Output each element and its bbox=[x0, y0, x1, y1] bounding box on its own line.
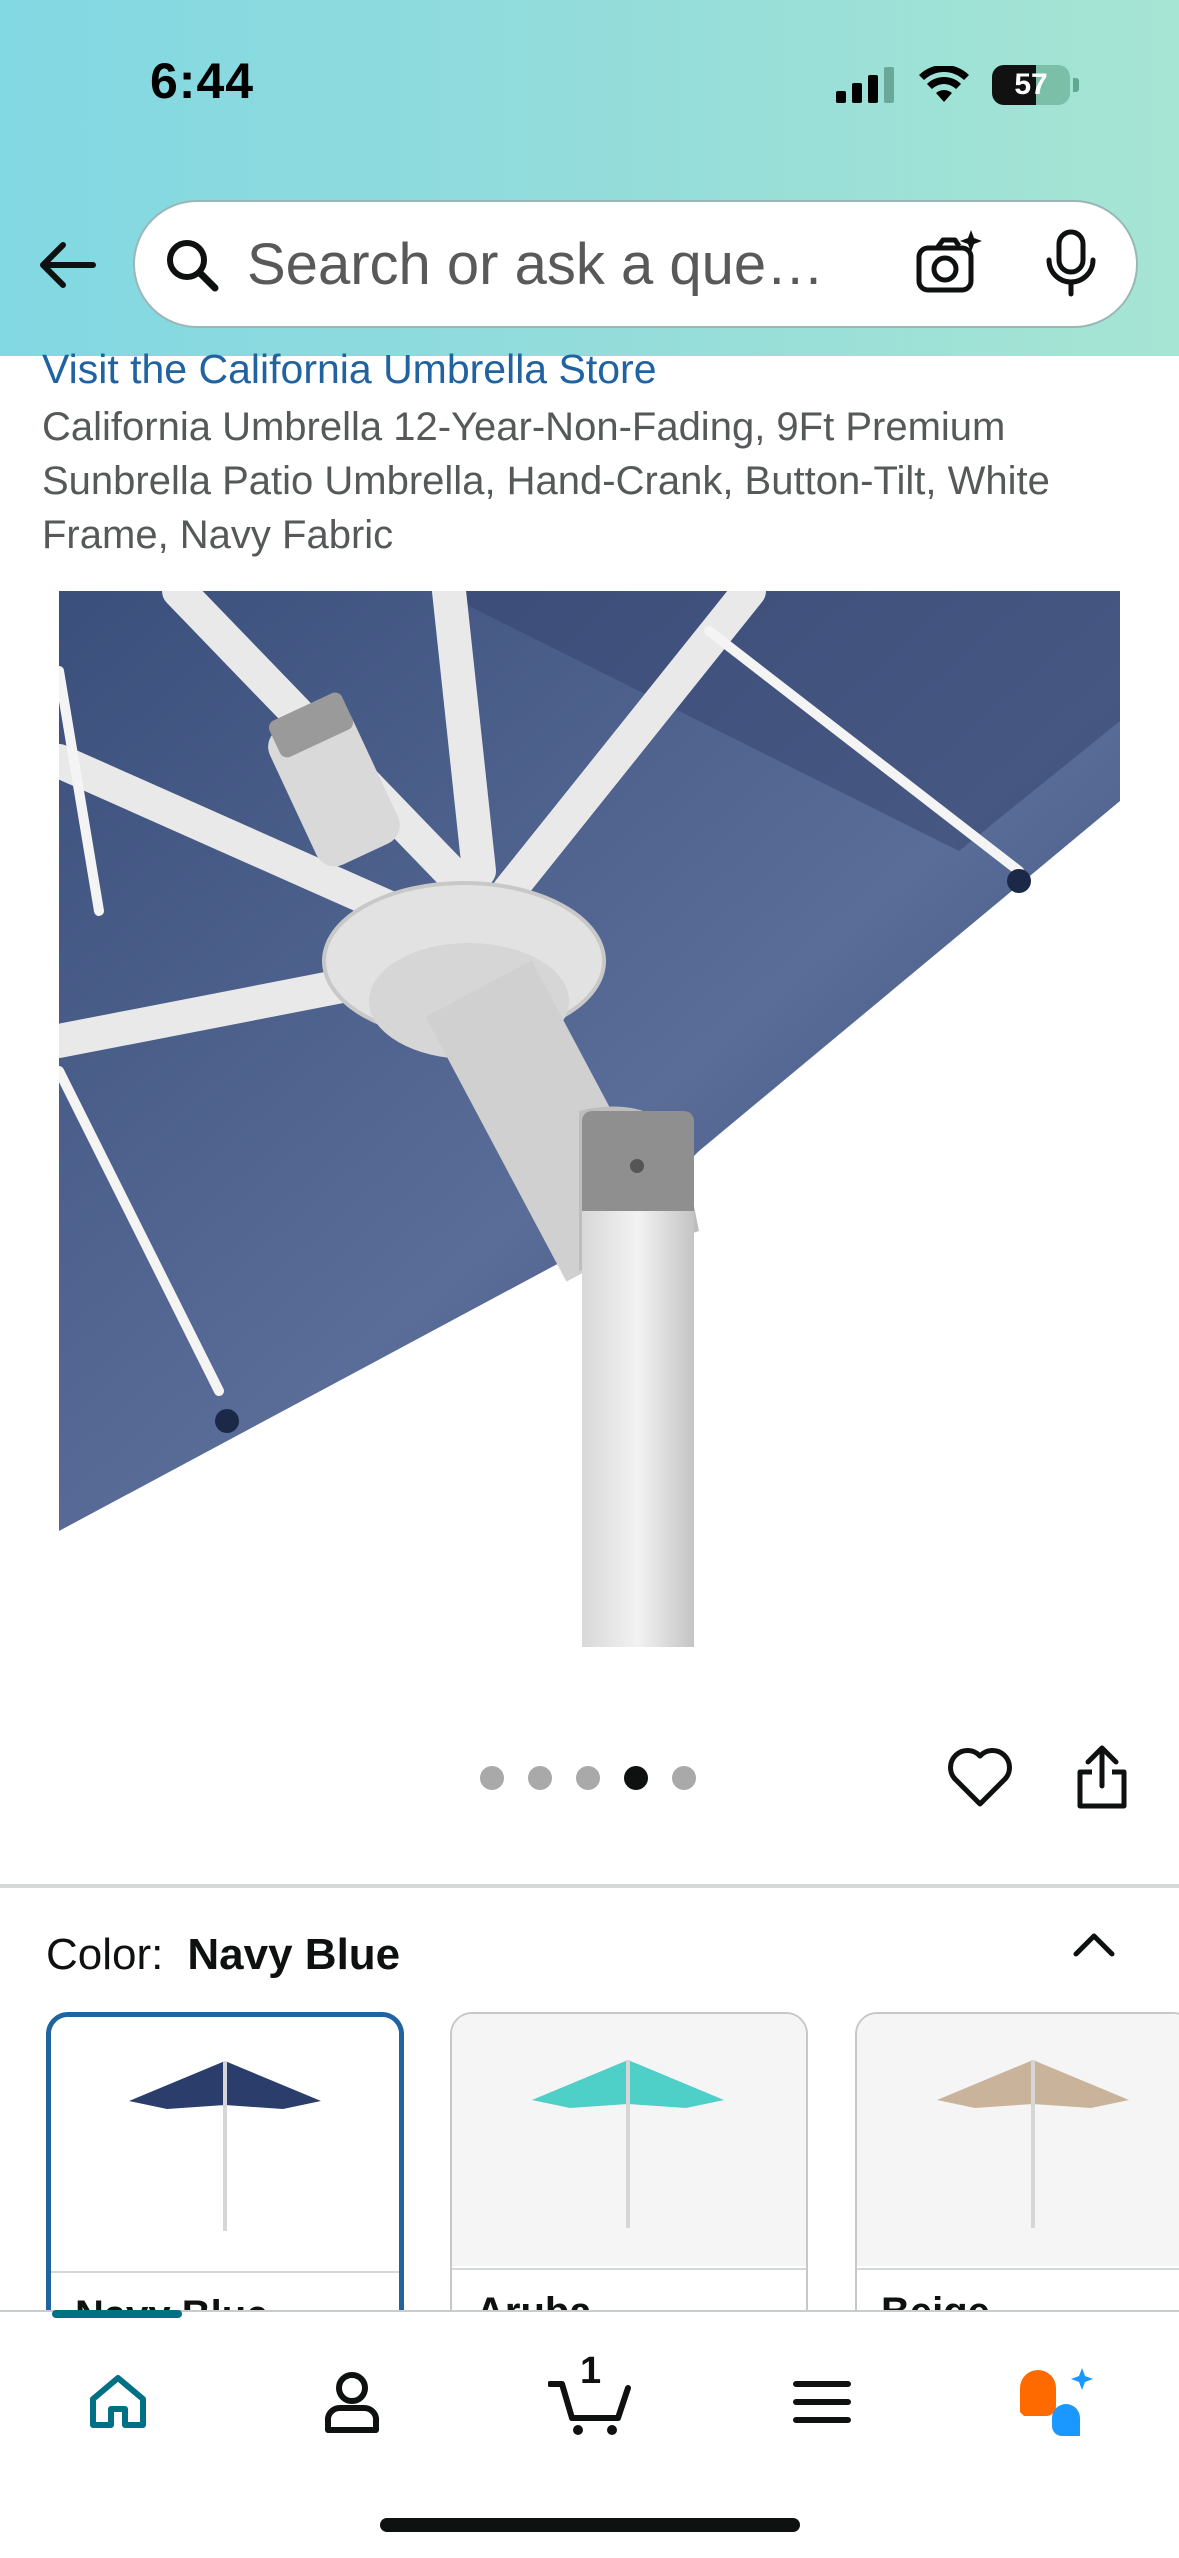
pager-dot[interactable] bbox=[672, 1766, 696, 1790]
home-indicator[interactable] bbox=[380, 2518, 800, 2532]
app-header: 6:44 57 bbox=[0, 0, 1179, 356]
chevron-up-icon bbox=[1073, 1933, 1115, 1957]
selected-color: Navy Blue bbox=[187, 1930, 401, 1979]
collapse-color-button[interactable] bbox=[1068, 1924, 1120, 1964]
product-image[interactable] bbox=[59, 591, 1120, 1647]
pager-dot[interactable] bbox=[576, 1766, 600, 1790]
image-pager[interactable] bbox=[480, 1766, 696, 1790]
store-link[interactable]: Visit the California Umbrella Store bbox=[42, 346, 657, 393]
battery-level: 57 bbox=[1014, 68, 1048, 101]
heart-icon bbox=[948, 1748, 1012, 1807]
home-icon bbox=[90, 2375, 146, 2428]
search-input[interactable] bbox=[247, 226, 897, 302]
share-button[interactable] bbox=[1070, 1742, 1134, 1812]
status-icons: 57 bbox=[836, 62, 1079, 108]
swatch-image bbox=[51, 2017, 399, 2269]
status-time: 6:44 bbox=[150, 53, 255, 109]
swatch-image bbox=[857, 2014, 1179, 2266]
pager-dot[interactable] bbox=[528, 1766, 552, 1790]
tab-cart[interactable]: 1 bbox=[536, 2350, 646, 2452]
active-tab-indicator bbox=[52, 2310, 182, 2318]
umbrella-thumbnail-image bbox=[937, 2060, 1129, 2228]
cart-count-badge: 1 bbox=[580, 2350, 602, 2392]
swatch-image bbox=[452, 2014, 806, 2266]
color-label: Color: bbox=[46, 1930, 164, 1979]
add-to-list-button[interactable] bbox=[945, 1744, 1015, 1814]
back-button[interactable] bbox=[30, 228, 104, 302]
camera-lens-icon[interactable] bbox=[913, 228, 983, 298]
tab-home[interactable] bbox=[52, 2310, 182, 2452]
umbrella-thumbnail-image bbox=[129, 2061, 321, 2231]
microphone-icon[interactable] bbox=[1041, 228, 1101, 300]
battery-icon: 57 bbox=[992, 65, 1070, 105]
pager-dot[interactable] bbox=[480, 1766, 504, 1790]
wifi-icon bbox=[919, 66, 969, 102]
tab-menu[interactable] bbox=[772, 2352, 872, 2452]
color-selector-heading: Color: Navy Blue bbox=[46, 1930, 400, 1980]
umbrella-photo-image bbox=[59, 591, 1120, 1647]
cellular-signal-icon bbox=[836, 67, 894, 103]
account-icon bbox=[325, 2372, 379, 2433]
search-bar[interactable] bbox=[133, 200, 1138, 328]
product-title: California Umbrella 12-Year-Non-Fading, … bbox=[42, 405, 1050, 557]
tab-account[interactable] bbox=[302, 2352, 402, 2452]
pager-dot-active[interactable] bbox=[624, 1766, 648, 1790]
back-arrow-icon bbox=[40, 242, 96, 288]
menu-icon bbox=[793, 2381, 851, 2423]
tab-rufus-assistant[interactable] bbox=[1006, 2352, 1106, 2452]
share-icon bbox=[1077, 1745, 1127, 1809]
section-divider bbox=[0, 1884, 1179, 1888]
search-icon bbox=[167, 240, 219, 292]
umbrella-thumbnail-image bbox=[532, 2060, 724, 2228]
rufus-assistant-icon bbox=[1020, 2368, 1093, 2436]
